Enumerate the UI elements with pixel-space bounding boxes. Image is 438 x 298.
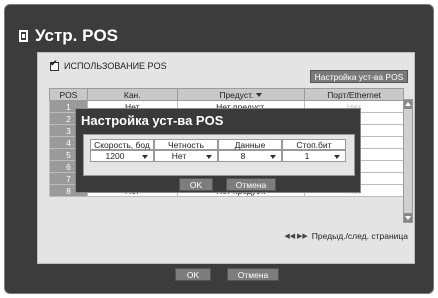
baud-rate-select[interactable]: 1200 [90,150,154,162]
pos-device-settings-button[interactable]: Настройка уст-ва POS [310,70,408,83]
dialog-settings-panel: Скорость, бод Четность Данные Стоп.бит 1… [83,134,355,176]
chevron-down-icon [270,155,276,159]
column-header-channel: Кан. [86,88,178,101]
data-bits-header: Данные [218,139,282,150]
dialog-cancel-button[interactable]: Отмена [226,178,276,191]
scroll-up-icon[interactable] [404,100,412,109]
chevron-down-icon [142,155,148,159]
dialog-headers: Скорость, бод Четность Данные Стоп.бит [90,139,346,150]
menu-icon [19,30,28,42]
dialog-ok-button[interactable]: OK [179,178,213,191]
column-header-pos: POS [49,88,88,101]
parity-select[interactable]: Нет [154,150,218,162]
data-bits-select[interactable]: 8 [218,150,282,162]
data-bits-value: 8 [240,151,246,161]
column-header-preset[interactable]: Предуст. [176,88,306,101]
stop-bits-value: 1 [304,151,310,161]
use-pos-label: ИСПОЛЬЗОВАНИЕ POS [64,61,167,71]
table-scrollbar[interactable] [403,99,413,223]
page-title: Устр. POS [19,25,118,47]
column-header-port: Порт/Ethernet [304,88,404,101]
use-pos-checkbox[interactable] [50,59,59,71]
ok-button[interactable]: OK [175,268,211,281]
use-pos-row[interactable]: ИСПОЛЬЗОВАНИЕ POS [50,59,167,71]
page-navigation-label: Предыд./след. страница [311,231,408,241]
dialog-title: Настройка уст-ва POS [81,113,224,128]
prev-next-page-icon[interactable]: ◀◀ ▶▶ [284,232,307,240]
dialog-values: 1200 Нет 8 1 [90,150,346,162]
column-header-preset-label: Предуст. [219,89,254,100]
pos-device-settings-dialog: Настройка уст-ва POS Скорость, бод Четно… [75,108,361,193]
stop-bits-header: Стоп.бит [282,139,346,150]
baud-rate-value: 1200 [105,151,125,161]
chevron-down-icon [206,155,212,159]
sort-down-icon [256,93,263,98]
cancel-button[interactable]: Отмена [227,268,279,281]
page-title-text: Устр. POS [35,26,119,45]
baud-rate-header: Скорость, бод [90,139,154,150]
parity-value: Нет [171,151,187,161]
parity-header: Четность [154,139,218,150]
chevron-down-icon [334,155,340,159]
scroll-down-icon[interactable] [404,213,412,222]
page-navigation[interactable]: ◀◀ ▶▶ Предыд./след. страница [284,231,408,241]
stop-bits-select[interactable]: 1 [282,150,346,162]
